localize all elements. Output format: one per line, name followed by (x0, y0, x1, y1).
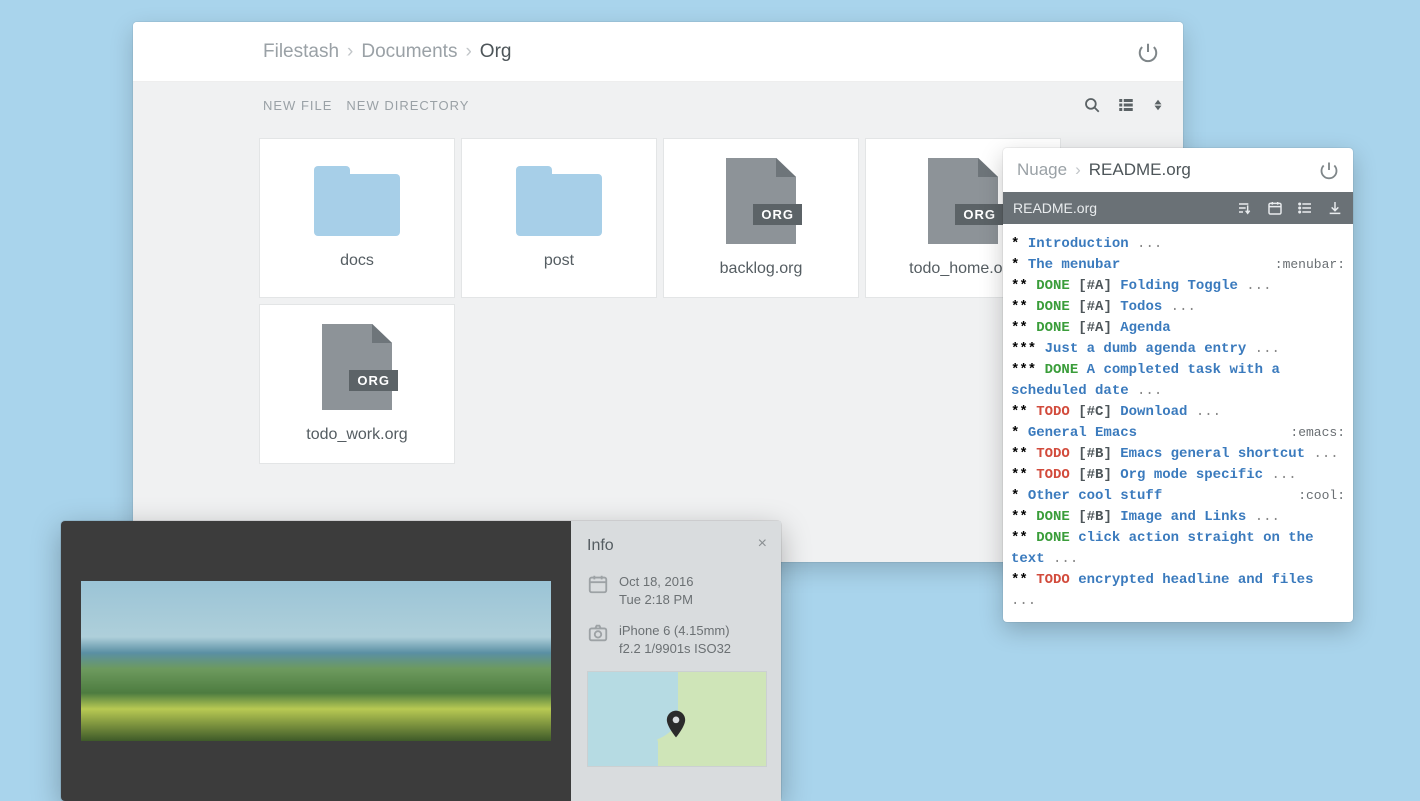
breadcrumb-item-current: Org (480, 41, 512, 63)
breadcrumb: Nuage › README.org (1017, 160, 1191, 180)
org-content[interactable]: * Introduction ...* The menubar:menubar:… (1003, 224, 1353, 622)
power-icon[interactable] (1137, 41, 1159, 63)
org-line[interactable]: * Introduction ... (1011, 234, 1345, 255)
info-camera-settings: f2.2 1/9901s ISO32 (619, 641, 731, 656)
photo-viewer-window: Info × Oct 18, 2016 Tue 2:18 PM iPhone 6… (61, 521, 781, 801)
file-tile[interactable]: ORG todo_work.org (259, 304, 455, 464)
info-camera-row: iPhone 6 (4.15mm) f2.2 1/9901s ISO32 (587, 622, 765, 657)
file-label: post (544, 252, 574, 270)
breadcrumb-item[interactable]: Nuage (1017, 160, 1067, 180)
folder-icon (314, 166, 400, 236)
breadcrumb-item[interactable]: Filestash (263, 41, 339, 63)
folder-icon (516, 166, 602, 236)
org-line[interactable]: ** TODO [#C] Download ... (1011, 402, 1345, 423)
file-browser-header: Filestash › Documents › Org (133, 22, 1183, 82)
file-tile[interactable]: ORG backlog.org (663, 138, 859, 298)
org-line[interactable]: * General Emacs:emacs: (1011, 423, 1345, 444)
chevron-right-icon: › (347, 41, 353, 63)
file-label: backlog.org (720, 260, 803, 278)
info-panel: Info × Oct 18, 2016 Tue 2:18 PM iPhone 6… (571, 521, 781, 801)
info-camera-model: iPhone 6 (4.15mm) (619, 623, 730, 638)
chevron-right-icon: › (1075, 160, 1081, 180)
close-icon[interactable]: × (758, 535, 767, 553)
org-line[interactable]: ** DONE [#A] Folding Toggle ... (1011, 276, 1345, 297)
info-date: Oct 18, 2016 (619, 574, 693, 589)
calendar-icon (587, 573, 609, 595)
org-line[interactable]: ** DONE [#B] Image and Links ... (1011, 507, 1345, 528)
file-title: README.org (1013, 200, 1097, 216)
readme-header: Nuage › README.org (1003, 148, 1353, 192)
file-label: docs (340, 252, 374, 270)
new-directory-button[interactable]: NEW DIRECTORY (346, 98, 469, 113)
list-icon[interactable] (1297, 200, 1313, 216)
info-date-row: Oct 18, 2016 Tue 2:18 PM (587, 573, 765, 608)
search-icon[interactable] (1083, 96, 1101, 114)
sort-lines-icon[interactable] (1237, 200, 1253, 216)
photo-area (61, 521, 571, 801)
org-line[interactable]: ** TODO [#B] Org mode specific ... (1011, 465, 1345, 486)
breadcrumb-item[interactable]: Documents (361, 41, 457, 63)
photo-image[interactable] (81, 581, 551, 741)
map-pin-icon (666, 710, 686, 738)
power-icon[interactable] (1319, 160, 1339, 180)
breadcrumb: Filestash › Documents › Org (263, 41, 511, 63)
list-view-icon[interactable] (1117, 96, 1135, 114)
chevron-right-icon: › (465, 41, 471, 63)
org-line[interactable]: *** Just a dumb agenda entry ... (1011, 339, 1345, 360)
sort-icon[interactable] (1151, 96, 1165, 114)
editor-toolbar: README.org (1003, 192, 1353, 224)
file-label: todo_work.org (306, 426, 407, 444)
readme-window: Nuage › README.org README.org * Introduc… (1003, 148, 1353, 622)
org-line[interactable]: ** DONE click action straight on the tex… (1011, 528, 1345, 570)
calendar-icon[interactable] (1267, 200, 1283, 216)
org-file-icon: ORG (726, 158, 796, 244)
org-file-icon: ORG (322, 324, 392, 410)
file-tile[interactable]: post (461, 138, 657, 298)
file-tile[interactable]: docs (259, 138, 455, 298)
org-line[interactable]: ** TODO [#B] Emacs general shortcut ... (1011, 444, 1345, 465)
file-browser-toolbar: NEW FILE NEW DIRECTORY (133, 82, 1183, 128)
org-line[interactable]: * The menubar:menubar: (1011, 255, 1345, 276)
info-map[interactable] (587, 671, 767, 767)
org-file-icon: ORG (928, 158, 998, 244)
org-line[interactable]: ** DONE [#A] Todos ... (1011, 297, 1345, 318)
info-title: Info (587, 537, 765, 555)
org-line[interactable]: * Other cool stuff:cool: (1011, 486, 1345, 507)
org-line[interactable]: ** DONE [#A] Agenda (1011, 318, 1345, 339)
org-line[interactable]: *** DONE A completed task with a schedul… (1011, 360, 1345, 402)
file-label: todo_home.org (909, 260, 1017, 278)
download-icon[interactable] (1327, 200, 1343, 216)
breadcrumb-item-current: README.org (1089, 160, 1191, 180)
org-line[interactable]: ** TODO encrypted headline and files ... (1011, 570, 1345, 612)
new-file-button[interactable]: NEW FILE (263, 98, 332, 113)
camera-icon (587, 622, 609, 644)
info-time: Tue 2:18 PM (619, 592, 693, 607)
